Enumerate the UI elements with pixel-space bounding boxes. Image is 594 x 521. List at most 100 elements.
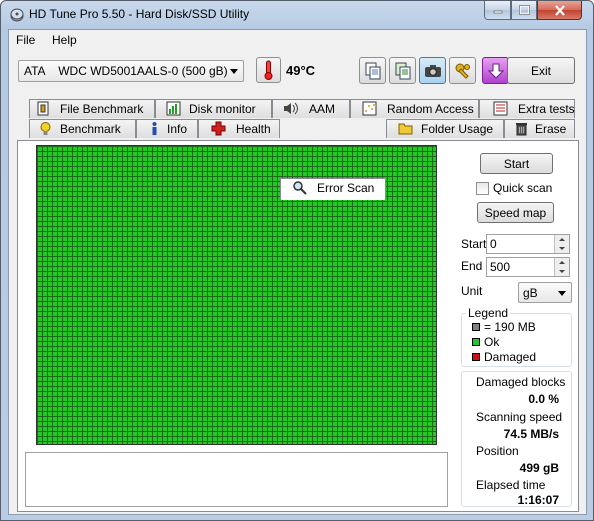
lightbulb-icon bbox=[40, 122, 51, 135]
drive-select[interactable]: ATA WDC WD5001AALS-0 (500 gB) bbox=[18, 60, 244, 82]
tab-label: Folder Usage bbox=[421, 122, 494, 136]
tab-label: Disk monitor bbox=[189, 102, 256, 116]
exit-button[interactable]: Exit bbox=[507, 57, 575, 84]
maximize-icon bbox=[518, 5, 530, 15]
disk-monitor-icon bbox=[166, 101, 181, 116]
temperature-button[interactable] bbox=[256, 57, 281, 83]
folder-icon bbox=[398, 123, 413, 135]
thermometer-icon bbox=[264, 60, 273, 80]
tab-label: Extra tests bbox=[518, 102, 575, 116]
quick-scan-checkbox[interactable] bbox=[476, 181, 489, 195]
scan-stats-box: Damaged blocks 0.0 % Scanning speed 74.5… bbox=[461, 371, 572, 507]
elapsed-time-value: 1:16:07 bbox=[517, 493, 559, 507]
info-icon bbox=[152, 122, 157, 135]
options-button[interactable] bbox=[449, 57, 476, 84]
block-swatch bbox=[472, 323, 480, 331]
drive-select-value: ATA WDC WD5001AALS-0 (500 gB) bbox=[24, 64, 228, 78]
toolbar: ATA WDC WD5001AALS-0 (500 gB) 49°C Exit bbox=[9, 51, 586, 89]
spin-down-icon[interactable] bbox=[554, 244, 569, 253]
damaged-swatch bbox=[472, 353, 480, 361]
unit-select-value: gB bbox=[523, 286, 538, 300]
legend-ok: Ok bbox=[472, 335, 499, 349]
chevron-down-icon bbox=[558, 291, 566, 296]
app-disk-icon bbox=[10, 8, 24, 22]
magnifier-icon bbox=[293, 181, 307, 195]
trash-icon bbox=[516, 123, 527, 136]
temperature-readout: 49°C bbox=[286, 63, 316, 78]
client-area: File Help ATA WDC WD5001AALS-0 (500 gB) … bbox=[8, 29, 587, 515]
start-field-label: Start bbox=[461, 237, 487, 251]
elapsed-time-label: Elapsed time bbox=[476, 478, 546, 492]
tab-file-benchmark[interactable]: File Benchmark bbox=[29, 99, 155, 118]
copy-all-icon bbox=[395, 62, 410, 79]
download-arrow-icon bbox=[487, 63, 504, 79]
save-button[interactable] bbox=[482, 57, 509, 84]
title-bar[interactable]: HD Tune Pro 5.50 - Hard Disk/SSD Utility bbox=[1, 1, 593, 29]
random-access-icon bbox=[362, 101, 377, 116]
spin-up-icon[interactable] bbox=[554, 258, 569, 267]
minimize-button[interactable] bbox=[484, 1, 511, 20]
tab-label: File Benchmark bbox=[60, 102, 144, 116]
tab-label: Benchmark bbox=[60, 122, 121, 136]
file-benchmark-icon bbox=[37, 101, 49, 116]
copy-info-button[interactable] bbox=[359, 57, 386, 84]
scanning-speed-label: Scanning speed bbox=[476, 410, 563, 424]
tab-erase[interactable]: Erase bbox=[504, 119, 575, 138]
speed-map-button[interactable]: Speed map bbox=[477, 202, 554, 223]
tab-extra-tests[interactable]: Extra tests bbox=[479, 99, 575, 118]
tab-label: Info bbox=[167, 122, 188, 136]
menu-file[interactable]: File bbox=[16, 33, 35, 47]
damaged-blocks-label: Damaged blocks bbox=[476, 375, 566, 389]
legend-ok-label: Ok bbox=[484, 335, 500, 349]
scan-log-box[interactable] bbox=[25, 452, 448, 507]
window-title: HD Tune Pro 5.50 - Hard Disk/SSD Utility bbox=[29, 7, 250, 21]
legend-block-size: = 190 MB bbox=[472, 320, 536, 334]
tab-folder-usage[interactable]: Folder Usage bbox=[386, 119, 504, 138]
close-button[interactable] bbox=[537, 1, 582, 20]
legend-title: Legend bbox=[466, 306, 511, 320]
speaker-icon bbox=[284, 102, 298, 115]
quick-scan-label: Quick scan bbox=[493, 181, 553, 195]
tab-benchmark[interactable]: Benchmark bbox=[29, 119, 136, 138]
menu-help[interactable]: Help bbox=[52, 33, 77, 47]
app-window: HD Tune Pro 5.50 - Hard Disk/SSD Utility… bbox=[0, 0, 594, 521]
maximize-button[interactable] bbox=[511, 1, 537, 20]
position-label: Position bbox=[476, 444, 519, 458]
scanning-speed-value: 74.5 MB/s bbox=[503, 427, 559, 441]
end-position-spinner[interactable]: 500 bbox=[486, 257, 570, 277]
chevron-down-icon bbox=[230, 69, 238, 74]
start-scan-button[interactable]: Start bbox=[480, 153, 553, 174]
damaged-blocks-value: 0.0 % bbox=[528, 392, 559, 406]
end-position-value: 500 bbox=[490, 260, 511, 274]
unit-field-label: Unit bbox=[461, 284, 483, 298]
tab-label: Health bbox=[236, 122, 271, 136]
tab-info[interactable]: Info bbox=[136, 119, 198, 138]
tab-label: Erase bbox=[535, 122, 567, 136]
ok-swatch bbox=[472, 338, 480, 346]
health-cross-icon bbox=[211, 121, 226, 136]
close-icon bbox=[554, 4, 565, 16]
wrench-icon bbox=[455, 63, 470, 79]
tab-disk-monitor[interactable]: Disk monitor bbox=[155, 99, 272, 118]
legend-block-label: = 190 MB bbox=[484, 320, 536, 334]
spin-down-icon[interactable] bbox=[554, 267, 569, 276]
minimize-icon bbox=[493, 10, 502, 14]
tab-label: Random Access bbox=[387, 102, 474, 116]
tab-error-scan[interactable]: Error Scan bbox=[280, 178, 386, 200]
position-value: 499 gB bbox=[519, 461, 559, 475]
screenshot-button[interactable] bbox=[419, 57, 446, 84]
tab-random-access[interactable]: Random Access bbox=[350, 99, 479, 118]
menu-bar: File Help bbox=[9, 30, 586, 50]
start-position-spinner[interactable]: 0 bbox=[486, 234, 570, 254]
tab-health[interactable]: Health bbox=[198, 119, 280, 138]
tab-strip: File Benchmark Disk monitor AAM Random A… bbox=[9, 92, 586, 200]
unit-select[interactable]: gB bbox=[518, 282, 572, 303]
copy-all-button[interactable] bbox=[389, 57, 416, 84]
legend-damaged-label: Damaged bbox=[484, 350, 537, 364]
spin-up-icon[interactable] bbox=[554, 235, 569, 244]
camera-icon bbox=[424, 64, 441, 77]
legend-damaged: Damaged bbox=[472, 350, 536, 364]
tab-aam[interactable]: AAM bbox=[272, 99, 350, 118]
tab-label: AAM bbox=[309, 102, 336, 116]
quick-scan-option[interactable]: Quick scan bbox=[476, 181, 552, 195]
